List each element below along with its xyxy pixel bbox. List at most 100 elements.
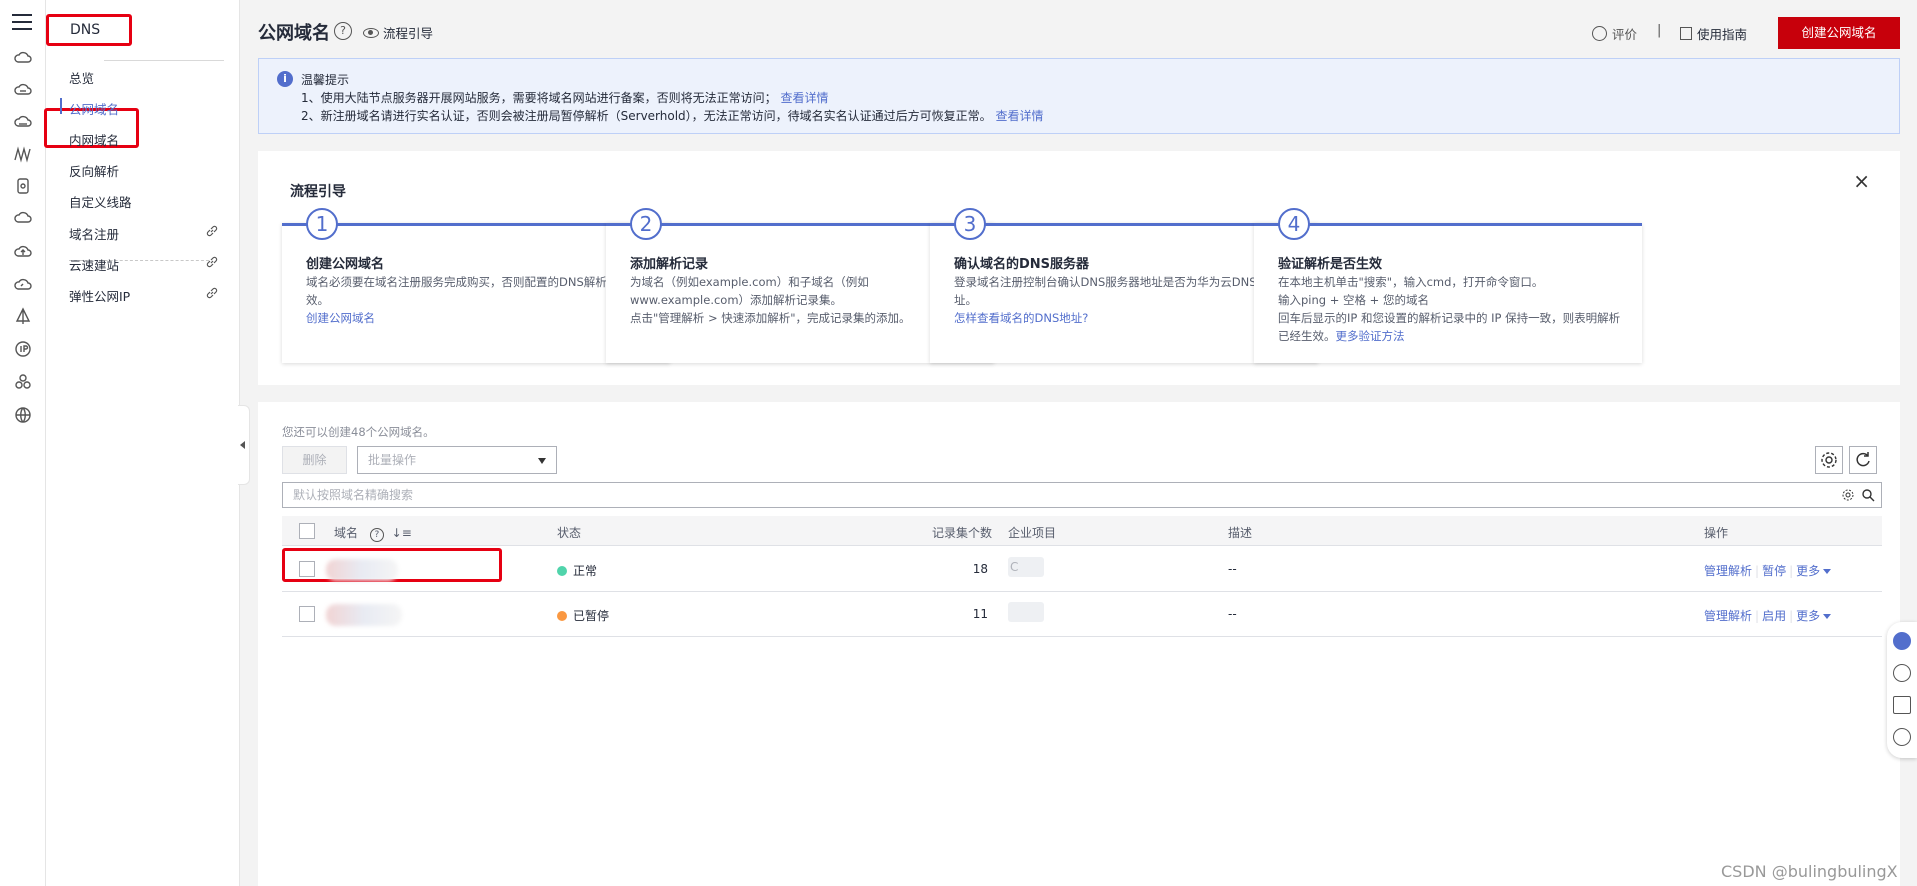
row-checkbox[interactable]	[299, 561, 315, 577]
customer-service-icon[interactable]	[1893, 632, 1911, 650]
cloud-icon[interactable]	[13, 80, 33, 100]
smile-icon[interactable]	[1893, 728, 1911, 746]
flow-guide-link[interactable]: 流程引导	[363, 23, 433, 42]
flow-guide-title: 流程引导	[290, 184, 346, 200]
step-desc-text: 在本地主机单击"搜索"，输入cmd，打开命令窗口。	[1278, 275, 1544, 289]
column-header-records: 记录集个数	[932, 526, 993, 540]
search-settings-icon[interactable]	[1841, 488, 1855, 502]
cluster-icon[interactable]	[13, 372, 33, 392]
domain-name-redacted[interactable]	[326, 604, 402, 626]
enterprise-project-redacted	[1008, 602, 1044, 622]
usage-guide-link[interactable]: 使用指南	[1680, 24, 1747, 43]
feedback-icon[interactable]	[1893, 696, 1911, 714]
close-icon[interactable]: ×	[1853, 169, 1870, 193]
more-dropdown[interactable]: 更多	[1796, 564, 1832, 578]
help-icon[interactable]	[1893, 664, 1911, 682]
sidebar-item-site-builder[interactable]: 云速建站	[69, 255, 229, 274]
external-link-icon	[206, 256, 218, 268]
table-row: 已暂停 11 -- 管理解析 | 启用 | 更多	[282, 592, 1882, 637]
sidebar-item-label: 公网域名	[69, 102, 120, 117]
sidebar-item-reverse-resolution[interactable]: 反向解析	[69, 161, 229, 180]
sidebar-item-label: 云速建站	[69, 258, 120, 273]
sidebar-collapse-handle[interactable]	[238, 405, 250, 485]
help-icon[interactable]: ?	[369, 528, 384, 542]
check-dns-link[interactable]: 怎样查看域名的DNS地址?	[954, 311, 1088, 325]
notice-detail-link[interactable]: 查看详情	[780, 91, 828, 105]
table-header: 域名 ? ↓≡ 状态 记录集个数 企业项目 描述 操作	[282, 516, 1882, 546]
step-description: 为域名（例如example.com）和子域名（例如www.example.com…	[630, 273, 980, 327]
divider: |	[1755, 609, 1760, 623]
sidebar-item-overview[interactable]: 总览	[69, 68, 229, 87]
column-header-name[interactable]: 域名 ? ↓≡	[334, 524, 412, 542]
status-text: 正常	[573, 564, 598, 578]
step-desc-text: 登录域名注册控制台确认DNS服务器地址是否为华为云DNS服务器地址。	[954, 275, 1303, 307]
more-verify-link[interactable]: 更多验证方法	[1336, 329, 1405, 343]
flow-guide-label: 流程引导	[383, 26, 434, 41]
search-icon[interactable]	[1861, 488, 1875, 502]
main-content: 公网域名 ? 流程引导 评价 | 使用指南 创建公网域名 i 温馨提示 1、使用…	[258, 0, 1900, 886]
create-public-domain-link[interactable]: 创建公网域名	[306, 311, 375, 325]
sidebar-item-domain-registration[interactable]: 域名注册	[69, 224, 229, 243]
help-icon[interactable]: ?	[334, 22, 352, 40]
step-title: 添加解析记录	[630, 257, 709, 272]
step-number: 3	[954, 208, 986, 240]
sidebar-item-custom-line[interactable]: 自定义线路	[69, 192, 229, 211]
step-desc-text: 为域名（例如example.com）和子域名（例如www.example.com…	[630, 275, 869, 307]
batch-operation-select[interactable]: 批量操作	[357, 446, 557, 474]
settings-button[interactable]	[1815, 446, 1843, 474]
manage-resolution-link[interactable]: 管理解析	[1704, 564, 1752, 578]
network-icon[interactable]	[13, 144, 33, 164]
cloud-compute-icon[interactable]	[13, 48, 33, 68]
sidebar-item-elastic-ip[interactable]: 弹性公网IP	[69, 286, 229, 305]
cloud-upload-icon[interactable]	[13, 242, 33, 262]
select-all-checkbox[interactable]	[299, 523, 315, 539]
column-header-description: 描述	[1228, 526, 1253, 540]
refresh-button[interactable]	[1849, 446, 1877, 474]
sort-icon[interactable]: ↓≡	[392, 526, 412, 540]
cloud-outline-icon[interactable]	[13, 208, 33, 228]
description-cell: --	[1228, 607, 1237, 621]
notice-line-2: 2、新注册域名请进行实名认证，否则会被注册局暂停解析（Serverhold），无…	[301, 107, 1044, 124]
caret-down-icon	[1823, 614, 1832, 619]
divider: |	[1657, 23, 1662, 38]
global-icon-rail	[0, 0, 46, 886]
rate-link[interactable]: 评价	[1592, 24, 1637, 43]
sidebar-item-private-domain[interactable]: 内网域名	[69, 130, 229, 149]
notice-detail-link[interactable]: 查看详情	[996, 109, 1044, 123]
external-link-icon	[206, 287, 218, 299]
search-input[interactable]: 默认按照域名精确搜索	[282, 482, 1882, 508]
step-number: 4	[1278, 208, 1310, 240]
step-description: 域名必须要在域名注册服务完成购买，否则配置的DNS解析不会生效。创建公网域名	[306, 273, 656, 327]
status-cell: 已暂停	[557, 607, 609, 624]
delete-button[interactable]: 删除	[282, 446, 347, 474]
sidebar-item-label: 自定义线路	[69, 195, 132, 210]
status-text: 已暂停	[573, 609, 610, 623]
pause-link[interactable]: 暂停	[1762, 564, 1786, 578]
more-dropdown[interactable]: 更多	[1796, 609, 1832, 623]
iot-icon[interactable]	[13, 307, 33, 327]
cloud-analytics-icon[interactable]	[13, 275, 33, 295]
row-checkbox[interactable]	[299, 606, 315, 622]
record-count: 18	[972, 562, 988, 576]
domain-name-redacted[interactable]	[326, 559, 398, 581]
column-header-operations: 操作	[1704, 526, 1729, 540]
globe-icon[interactable]	[13, 405, 33, 425]
notice-line-text: 2、新注册域名请进行实名认证，否则会被注册局暂停解析（Serverhold），无…	[301, 109, 992, 123]
caret-down-icon	[1823, 569, 1832, 574]
create-public-domain-button[interactable]: 创建公网域名	[1778, 17, 1900, 49]
quota-text: 您还可以创建48个公网域名。	[282, 425, 435, 439]
sidebar-item-public-domain[interactable]: 公网域名	[60, 98, 229, 118]
divider: |	[1755, 564, 1760, 578]
usage-guide-label: 使用指南	[1697, 27, 1748, 42]
database-icon[interactable]	[13, 176, 33, 196]
step-desc-text: 域名必须要在域名注册服务完成购买，否则配置的DNS解析不会生效。	[306, 275, 642, 307]
more-label: 更多	[1796, 609, 1821, 623]
enable-link[interactable]: 启用	[1762, 609, 1786, 623]
manage-resolution-link[interactable]: 管理解析	[1704, 609, 1752, 623]
search-placeholder: 默认按照域名精确搜索	[293, 488, 414, 502]
ip-icon[interactable]	[13, 339, 33, 359]
flow-step-4: 4 验证解析是否生效 在本地主机单击"搜索"，输入cmd，打开命令窗口。 输入pi…	[1254, 208, 1642, 363]
cloud-storage-icon[interactable]	[13, 112, 33, 132]
menu-icon[interactable]	[12, 14, 32, 35]
watermark: CSDN @bulingbulingX	[1721, 862, 1898, 881]
